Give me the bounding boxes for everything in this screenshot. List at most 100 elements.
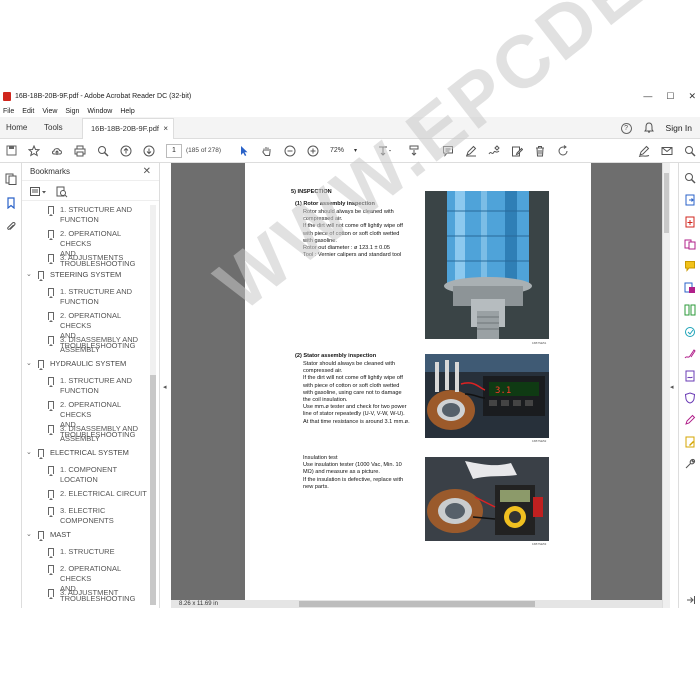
sign-pen-icon[interactable] [638,145,650,157]
zoom-level-dropdown[interactable]: 72% ▾ [330,144,360,158]
hand-tool-icon[interactable] [261,145,273,157]
bookmark-item[interactable]: 1. STRUCTURE [48,547,115,558]
protect-icon[interactable] [684,391,696,404]
bookmarks-scrollbar[interactable] [150,205,156,605]
attachments-icon[interactable] [5,221,17,233]
tab-tools[interactable]: Tools [44,117,63,139]
select-cursor-icon[interactable] [238,145,250,157]
maximize-button[interactable]: ☐ [666,88,674,105]
bookmarks-scroll-thumb[interactable] [150,375,156,605]
bookmark-section[interactable]: ⌄ HYDRAULIC SYSTEM [26,359,126,370]
bookmark-item[interactable]: 3. DISASSEMBLY AND ASSEMBLY [48,424,138,444]
export-pdf-icon[interactable] [684,193,696,206]
save-icon[interactable] [5,145,17,157]
zoom-out-icon[interactable] [284,145,296,157]
collapse-right-panel-icon[interactable]: ◂ [670,383,674,391]
bookmark-section[interactable]: ⌄ STEERING SYSTEM [26,270,121,281]
send-for-review-icon[interactable] [684,325,696,337]
fill-sign-icon[interactable] [511,145,524,157]
draw-sign-icon[interactable] [488,145,500,157]
bookmark-item[interactable]: 1. STRUCTURE AND FUNCTION [48,376,132,396]
previous-page-icon[interactable] [120,145,132,157]
horizontal-scrollbar[interactable]: 8.26 x 11.69 in [171,600,662,608]
bookmark-icon [48,206,54,216]
menu-edit[interactable]: Edit [22,108,34,115]
bookmark-item[interactable]: 1. STRUCTURE AND FUNCTION [48,205,132,225]
fit-page-icon[interactable] [378,145,391,157]
find-bookmark-icon[interactable] [56,185,68,203]
combine-files-icon[interactable] [684,237,696,250]
collapse-left-panel-icon[interactable]: ◂ [163,383,167,391]
chevron-down-icon[interactable]: ⌄ [26,448,32,458]
notifications-icon[interactable] [643,121,654,135]
find-zoom-icon[interactable] [97,145,109,157]
scroll-mode-icon[interactable] [408,145,420,157]
zoom-in-icon[interactable] [307,145,319,157]
fill-sign-tool-icon[interactable] [684,347,696,359]
vertical-scrollbar[interactable] [662,163,670,608]
bookmark-item[interactable]: 1. COMPONENT LOCATION [48,465,117,485]
vertical-scroll-thumb[interactable] [664,173,669,233]
bookmark-item[interactable]: 3. ELECTRIC COMPONENTS [48,506,114,526]
bookmark-options-icon[interactable] [30,185,48,203]
bookmark-item[interactable]: 2. OPERATIONAL CHECKS AND TROUBLESHOOTING [48,564,150,604]
zoom-tool-icon[interactable] [684,171,696,184]
horizontal-scroll-thumb[interactable] [299,601,535,607]
rotate-icon[interactable] [557,145,569,157]
next-page-icon[interactable] [143,145,155,157]
bookmark-item[interactable]: 1. STRUCTURE AND FUNCTION [48,287,132,307]
edit-pdf-icon[interactable] [684,413,696,425]
menu-sign[interactable]: Sign [65,108,79,115]
tab-home[interactable]: Home [6,117,27,139]
comment-icon[interactable] [442,145,454,157]
create-pdf-icon[interactable] [684,215,696,228]
page-number-input[interactable]: 1 [166,144,182,158]
rotor-photo [425,191,549,339]
chevron-down-icon[interactable]: ⌄ [26,359,32,369]
delete-icon[interactable] [534,145,546,157]
stamp-icon[interactable] [684,435,696,448]
tab-document[interactable]: 16B-18B-20B-9F.pdf × [82,118,174,139]
help-icon[interactable]: ? [620,122,632,134]
zoom-level-value: 72% [330,147,345,154]
bookmarks-panel-icon[interactable] [5,197,17,210]
bookmark-label: 1. STRUCTURE AND FUNCTION [60,376,132,396]
bookmark-item[interactable]: 3. ADJUSTMENTS [48,253,123,264]
bookmark-item[interactable]: 3. ADJUSTMENT [48,588,118,599]
upload-cloud-icon[interactable] [51,145,63,157]
document-viewer[interactable]: 5) INSPECTION (1) Rotor assembly inspect… [171,163,662,608]
organize-pages-icon[interactable] [684,303,696,316]
highlight-pen-icon[interactable] [465,145,477,157]
send-sign-icon[interactable] [684,369,696,382]
chevron-down-icon[interactable]: ⌄ [26,270,32,280]
document-text-line: Tool : Vernier calipers and standard too… [303,252,402,259]
bookmark-star-icon[interactable] [27,144,41,157]
minimize-button[interactable]: — [643,88,652,105]
print-icon[interactable] [74,145,86,157]
bookmark-section[interactable]: ⌄ ELECTRICAL SYSTEM [26,448,129,459]
bookmarks-toolbar [22,181,159,201]
comment-tool-icon[interactable] [684,259,696,272]
bookmark-item[interactable]: 2. OPERATIONAL CHECKS AND TROUBLESHOOTING [48,229,150,269]
email-icon[interactable] [661,145,673,157]
bookmark-section[interactable]: ⌄ MAST [26,530,71,541]
collapse-tools-icon[interactable] [684,593,696,605]
bookmark-label-line: 3. DISASSEMBLY AND [60,424,139,433]
bookmark-item[interactable]: 2. ELECTRICAL CIRCUIT [48,489,147,500]
menu-window[interactable]: Window [87,108,112,115]
menu-help[interactable]: Help [120,108,134,115]
bookmark-label-line: 3. DISASSEMBLY AND [60,335,139,344]
tab-close-icon[interactable]: × [163,119,168,139]
close-window-button[interactable]: ✕ [688,88,696,105]
page-thumbnails-icon[interactable] [5,173,17,185]
more-tools-icon[interactable] [684,457,696,469]
menu-file[interactable]: File [3,108,14,115]
chevron-down-icon[interactable]: ⌄ [26,530,32,540]
sign-in-button[interactable]: Sign In [666,123,692,133]
search-icon[interactable] [684,145,696,157]
close-icon[interactable]: ✕ [143,163,151,181]
bookmark-item[interactable]: 3. DISASSEMBLY AND ASSEMBLY [48,335,138,355]
scan-ocr-icon[interactable] [684,281,696,293]
menu-view[interactable]: View [42,108,57,115]
main-area: Bookmarks ✕ 1. STRUCTURE AND FUNCTION 2. O… [0,163,700,608]
